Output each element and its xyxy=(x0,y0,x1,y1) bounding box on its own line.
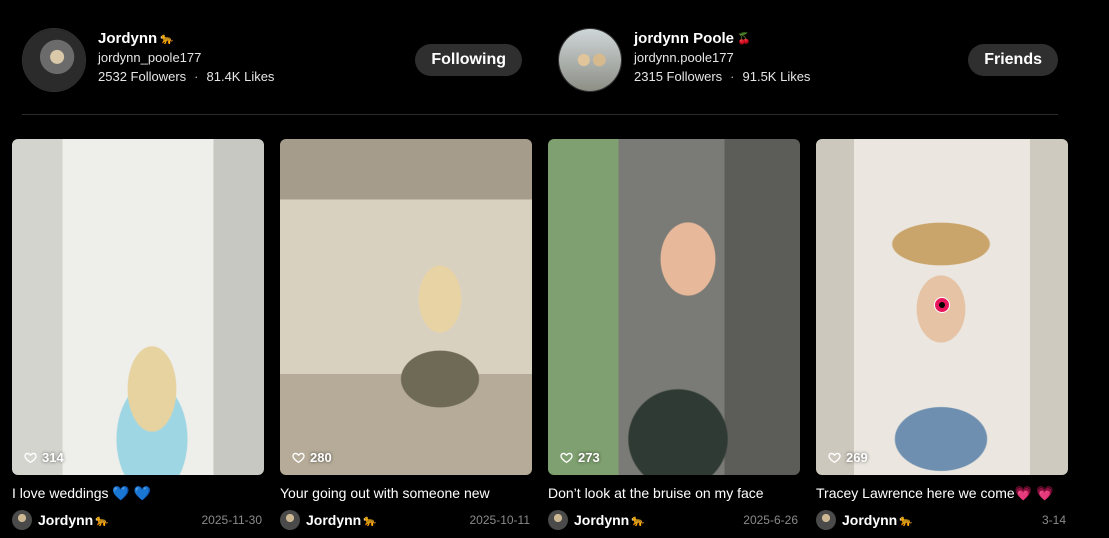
avatar[interactable] xyxy=(816,510,836,530)
followers-count: 2315 Followers xyxy=(634,69,723,84)
avatar[interactable] xyxy=(22,28,86,92)
stats-separator: · xyxy=(194,69,199,84)
cherry-icon: 🍒 xyxy=(737,32,751,45)
account-handle: jordynn_poole177 xyxy=(98,50,202,65)
like-count: 314 xyxy=(24,450,64,465)
author-name[interactable]: Jordynn 🐆 xyxy=(842,512,913,528)
heart-icon xyxy=(24,452,37,464)
video-meta: Jordynn 🐆 2025-11-30 xyxy=(12,510,264,530)
author-name[interactable]: Jordynn 🐆 xyxy=(574,512,645,528)
video-caption[interactable]: Don’t look at the bruise on my face xyxy=(548,485,800,503)
post-date: 2025-11-30 xyxy=(201,513,263,527)
video-card[interactable]: 280 Your going out with someone new Jord… xyxy=(280,139,532,530)
author-name[interactable]: Jordynn 🐆 xyxy=(306,512,377,528)
account-results: Jordynn 🐆 jordynn_poole177 2532 Follower… xyxy=(0,0,1109,115)
avatar[interactable] xyxy=(12,510,32,530)
leopard-icon: 🐆 xyxy=(363,514,377,527)
post-date: 2025-10-11 xyxy=(469,513,531,527)
video-card[interactable]: 273 Don’t look at the bruise on my face … xyxy=(548,139,800,530)
friends-button[interactable]: Friends xyxy=(968,44,1058,76)
heart-icon xyxy=(292,452,305,464)
like-count: 269 xyxy=(828,450,868,465)
account-stats: 2315 Followers · 91.5K Likes xyxy=(634,69,810,84)
video-thumbnail[interactable]: 314 xyxy=(12,139,264,475)
post-date: 3-14 xyxy=(1041,513,1066,527)
leopard-icon: 🐆 xyxy=(95,514,109,527)
following-button[interactable]: Following xyxy=(415,44,522,76)
account-name[interactable]: jordynn Poole 🍒 xyxy=(634,28,810,48)
likes-count: 81.4K Likes xyxy=(206,69,275,84)
video-caption[interactable]: I love weddings 💙 💙 xyxy=(12,485,264,503)
leopard-icon: 🐆 xyxy=(899,514,913,527)
followers-count: 2532 Followers xyxy=(98,69,187,84)
account-name[interactable]: Jordynn 🐆 xyxy=(98,28,274,48)
video-meta: Jordynn 🐆 2025-6-26 xyxy=(548,510,800,530)
record-indicator xyxy=(934,297,950,313)
account-stats: 2532 Followers · 81.4K Likes xyxy=(98,69,274,84)
post-date: 2025-6-26 xyxy=(743,513,798,527)
avatar[interactable] xyxy=(558,28,622,92)
heart-icon xyxy=(828,452,841,464)
likes-count: 91.5K Likes xyxy=(742,69,811,84)
like-count: 273 xyxy=(560,450,600,465)
video-thumbnail[interactable]: 269 xyxy=(816,139,1068,475)
leopard-icon: 🐆 xyxy=(631,514,645,527)
author-name[interactable]: Jordynn 🐆 xyxy=(38,512,109,528)
avatar[interactable] xyxy=(280,510,300,530)
divider xyxy=(22,114,1058,115)
stats-separator: · xyxy=(730,69,735,84)
video-caption[interactable]: Your going out with someone new xyxy=(280,485,532,503)
video-caption[interactable]: Tracey Lawrence here we come💗 💗 xyxy=(816,485,1068,503)
account-handle: jordynn.poole177 xyxy=(634,50,734,65)
like-count: 280 xyxy=(292,450,332,465)
video-thumbnail[interactable]: 273 xyxy=(548,139,800,475)
account-card[interactable]: jordynn Poole 🍒 jordynn.poole177 2315 Fo… xyxy=(558,22,1058,98)
video-card[interactable]: 314 I love weddings 💙 💙 Jordynn 🐆 2025-1… xyxy=(12,139,264,530)
video-card[interactable]: 269 Tracey Lawrence here we come💗 💗 Jord… xyxy=(816,139,1068,530)
video-meta: Jordynn 🐆 3-14 xyxy=(816,510,1068,530)
avatar[interactable] xyxy=(548,510,568,530)
heart-icon xyxy=(560,452,573,464)
video-meta: Jordynn 🐆 2025-10-11 xyxy=(280,510,532,530)
video-thumbnail[interactable]: 280 xyxy=(280,139,532,475)
account-card[interactable]: Jordynn 🐆 jordynn_poole177 2532 Follower… xyxy=(22,22,522,98)
leopard-icon: 🐆 xyxy=(160,32,174,45)
